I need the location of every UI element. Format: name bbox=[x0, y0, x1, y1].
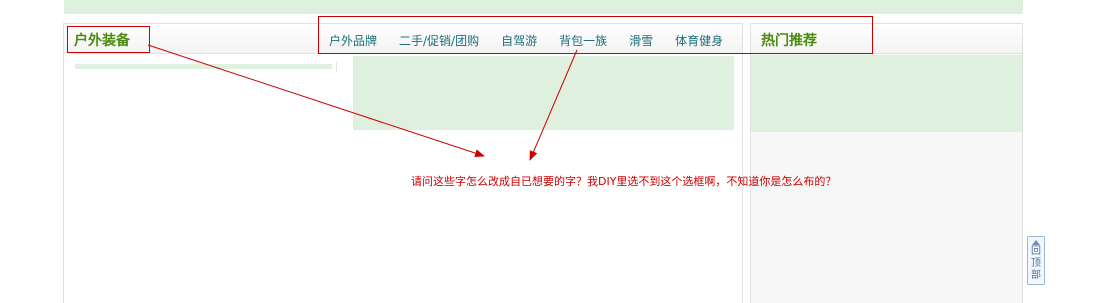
section-title: 热门推荐 bbox=[761, 33, 817, 49]
section-title: 户外装备 bbox=[74, 33, 130, 49]
nav-link-skiing[interactable]: 滑雪 bbox=[629, 32, 653, 49]
nav-link-brands[interactable]: 户外品牌 bbox=[329, 32, 377, 49]
nav-link-backpackers[interactable]: 背包一族 bbox=[559, 32, 607, 49]
nav-link-secondhand[interactable]: 二手/促销/团购 bbox=[399, 32, 479, 49]
page: 户外装备 户外品牌 二手/促销/团购 自驾游 背包一族 滑雪 体育健身 热门推荐 bbox=[0, 0, 1098, 303]
back-to-top-label: 回顶部 bbox=[1031, 246, 1041, 281]
panel-header: 热门推荐 bbox=[751, 24, 1022, 54]
up-arrow-icon bbox=[1032, 240, 1040, 245]
back-to-top-button[interactable]: 回顶部 bbox=[1027, 236, 1045, 285]
annotation-question: 请问这些字怎么改成自已想要的字？我DIY里选不到这个选框啊，不知道你是怎么布的？ bbox=[411, 175, 837, 188]
top-banner-strip bbox=[64, 0, 1023, 14]
panel-header: 户外装备 户外品牌 二手/促销/团购 自驾游 背包一族 滑雪 体育健身 bbox=[64, 24, 742, 54]
recommend-placeholder-block bbox=[751, 55, 1022, 132]
category-nav: 户外品牌 二手/促销/团购 自驾游 背包一族 滑雪 体育健身 bbox=[329, 32, 723, 49]
hot-recommend-panel: 热门推荐 bbox=[750, 23, 1023, 303]
nav-link-fitness[interactable]: 体育健身 bbox=[675, 32, 723, 49]
content-placeholder-block bbox=[353, 56, 734, 130]
outdoor-gear-panel: 户外装备 户外品牌 二手/促销/团购 自驾游 背包一族 滑雪 体育健身 bbox=[63, 23, 743, 303]
nav-link-self-drive[interactable]: 自驾游 bbox=[501, 32, 537, 49]
divider bbox=[336, 62, 337, 72]
list-placeholder-strip bbox=[75, 64, 332, 69]
